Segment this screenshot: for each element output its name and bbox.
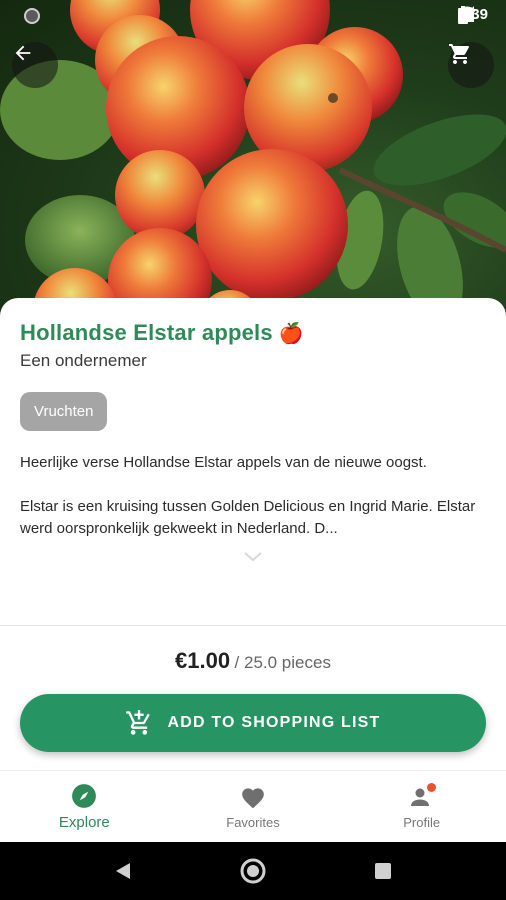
- price-row: €1.00 / 25.0 pieces: [0, 648, 506, 674]
- add-to-cart-icon: [126, 710, 151, 735]
- apple-emoji-icon: 🍎: [278, 322, 304, 345]
- nav-item-explore[interactable]: Explore: [0, 771, 169, 842]
- product-title: Hollandse Elstar appels: [20, 320, 273, 345]
- cart-icon: [449, 44, 469, 64]
- chevron-down-icon: [244, 552, 262, 562]
- nav-label-profile: Profile: [403, 815, 441, 830]
- description-paragraph: Elstar is een kruising tussen Golden Del…: [20, 498, 476, 537]
- status-bar: 9:39: [0, 0, 506, 32]
- apples-photo: [0, 0, 506, 330]
- system-home-icon[interactable]: [240, 858, 266, 884]
- price-unit: / 25.0 pieces: [234, 653, 331, 672]
- system-navigation-bar: [0, 842, 506, 900]
- category-chip[interactable]: Vruchten: [20, 392, 108, 431]
- expand-description-button[interactable]: [243, 550, 263, 568]
- cart-button[interactable]: [448, 42, 494, 88]
- price: €1.00: [175, 648, 231, 673]
- title-row: Hollandse Elstar appels 🍎: [20, 320, 304, 346]
- seller-name: Een ondernemer: [20, 351, 147, 370]
- add-to-shopping-list-button[interactable]: ADD TO SHOPPING LIST: [20, 694, 486, 752]
- divider: [0, 625, 506, 626]
- back-button[interactable]: [12, 42, 58, 88]
- compass-icon: [72, 784, 97, 808]
- bottom-navigation: Explore Favorites Profile: [0, 770, 506, 842]
- battery-icon: [457, 6, 468, 24]
- nav-item-favorites[interactable]: Favorites: [169, 771, 338, 842]
- nav-item-profile[interactable]: Profile: [337, 771, 506, 842]
- product-description: Heerlijke verse Hollandse Elstar appels …: [20, 452, 490, 562]
- notification-dot-icon: [24, 8, 40, 24]
- system-back-icon[interactable]: [114, 861, 132, 881]
- nav-label-favorites: Favorites: [226, 815, 280, 830]
- heart-icon: [242, 788, 264, 809]
- nav-label-explore: Explore: [58, 814, 110, 831]
- description-paragraph: Heerlijke verse Hollandse Elstar appels …: [20, 454, 427, 471]
- system-recents-icon[interactable]: [374, 862, 392, 880]
- notification-badge: [426, 783, 436, 792]
- product-image: 9:39: [0, 0, 506, 330]
- arrow-back-icon: [15, 45, 31, 61]
- add-to-shopping-list-label: ADD TO SHOPPING LIST: [167, 714, 381, 731]
